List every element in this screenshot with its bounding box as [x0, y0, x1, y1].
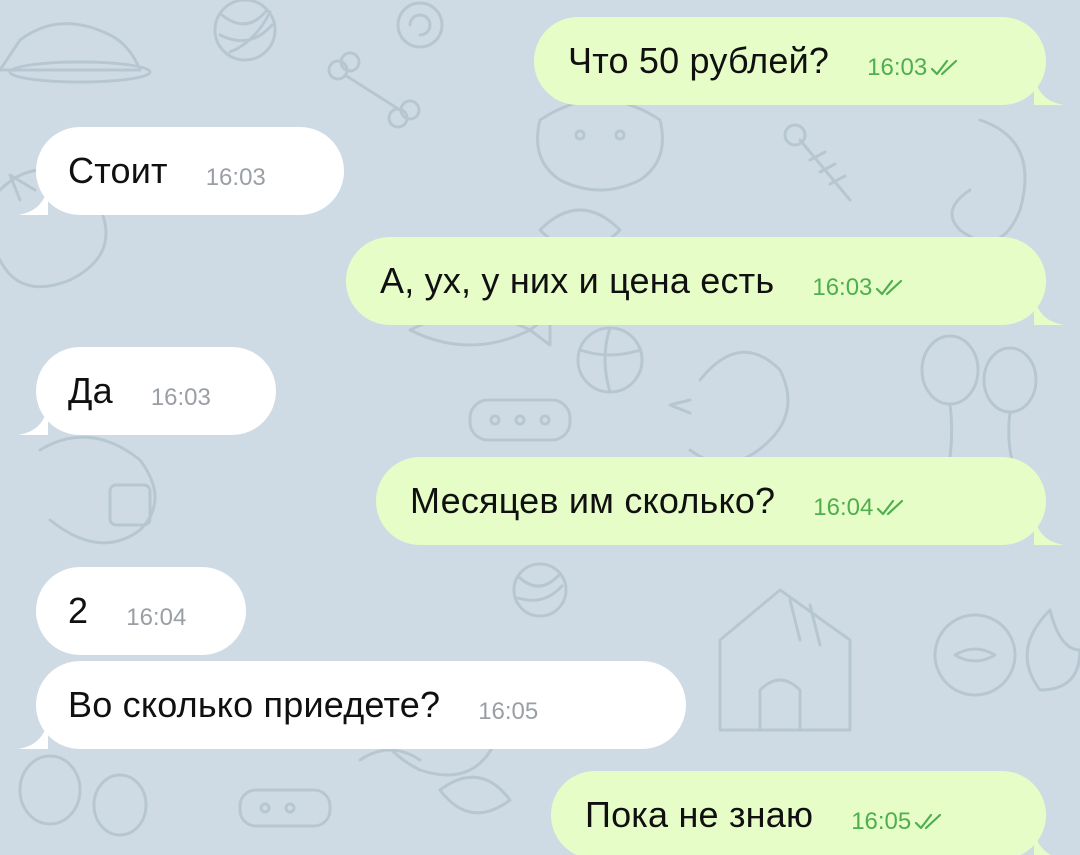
message-bubble-incoming[interactable]: 2 16:04	[36, 567, 246, 655]
message-text: А, ух, у них и цена есть	[380, 260, 775, 301]
message-meta: 16:03	[151, 386, 211, 410]
message-bubble-outgoing[interactable]: Что 50 рублей? 16:03	[534, 17, 1064, 105]
message-meta: 16:03	[867, 56, 960, 80]
message-text: Во сколько приедете?	[68, 684, 441, 725]
double-check-icon	[877, 499, 904, 516]
message-time: 16:03	[150, 384, 211, 411]
message-bubble-outgoing[interactable]: А, ух, у них и цена есть 16:03	[346, 237, 1064, 325]
message-meta: 16:04	[813, 496, 906, 520]
message-bubble-outgoing[interactable]: Пока не знаю 16:05	[551, 771, 1052, 855]
message-time: 16:04	[813, 494, 874, 521]
message-text: Пока не знаю	[585, 794, 814, 835]
bubble-tail	[18, 719, 48, 749]
bubble-tail	[1034, 75, 1064, 105]
chat-message-list[interactable]: Что 50 рублей? 16:03 Стоит 16:03 А, ух, …	[0, 0, 1080, 855]
message-bubble-incoming[interactable]: Стоит 16:03	[18, 127, 344, 215]
message-text: Месяцев им сколько?	[410, 480, 776, 521]
message-text: 2	[68, 590, 89, 631]
message-time: 16:03	[205, 164, 266, 191]
double-check-icon	[931, 59, 958, 76]
message-time: 16:05	[851, 808, 912, 835]
message-bubble-incoming[interactable]: Да 16:03	[18, 347, 276, 435]
message-time: 16:03	[812, 274, 873, 301]
message-meta: 16:04	[126, 606, 186, 630]
bubble-tail	[18, 405, 48, 435]
bubble-tail	[18, 185, 48, 215]
double-check-icon	[876, 279, 903, 296]
message-time: 16:03	[867, 54, 928, 81]
message-text: Что 50 рублей?	[568, 40, 830, 81]
bubble-tail	[1034, 295, 1064, 325]
message-meta: 16:03	[206, 166, 266, 190]
bubble-tail	[1034, 515, 1064, 545]
message-time: 16:04	[126, 604, 187, 631]
message-meta: 16:05	[851, 810, 944, 834]
double-check-icon	[915, 813, 942, 830]
message-bubble-incoming[interactable]: Во сколько приедете? 16:05	[18, 661, 686, 749]
message-bubble-outgoing[interactable]: Месяцев им сколько? 16:04	[376, 457, 1064, 545]
bubble-tail	[1034, 829, 1052, 855]
message-text: Да	[68, 370, 113, 411]
message-meta: 16:03	[812, 276, 905, 300]
message-time: 16:05	[478, 698, 539, 725]
message-meta: 16:05	[478, 700, 538, 724]
message-text: Стоит	[68, 150, 168, 191]
